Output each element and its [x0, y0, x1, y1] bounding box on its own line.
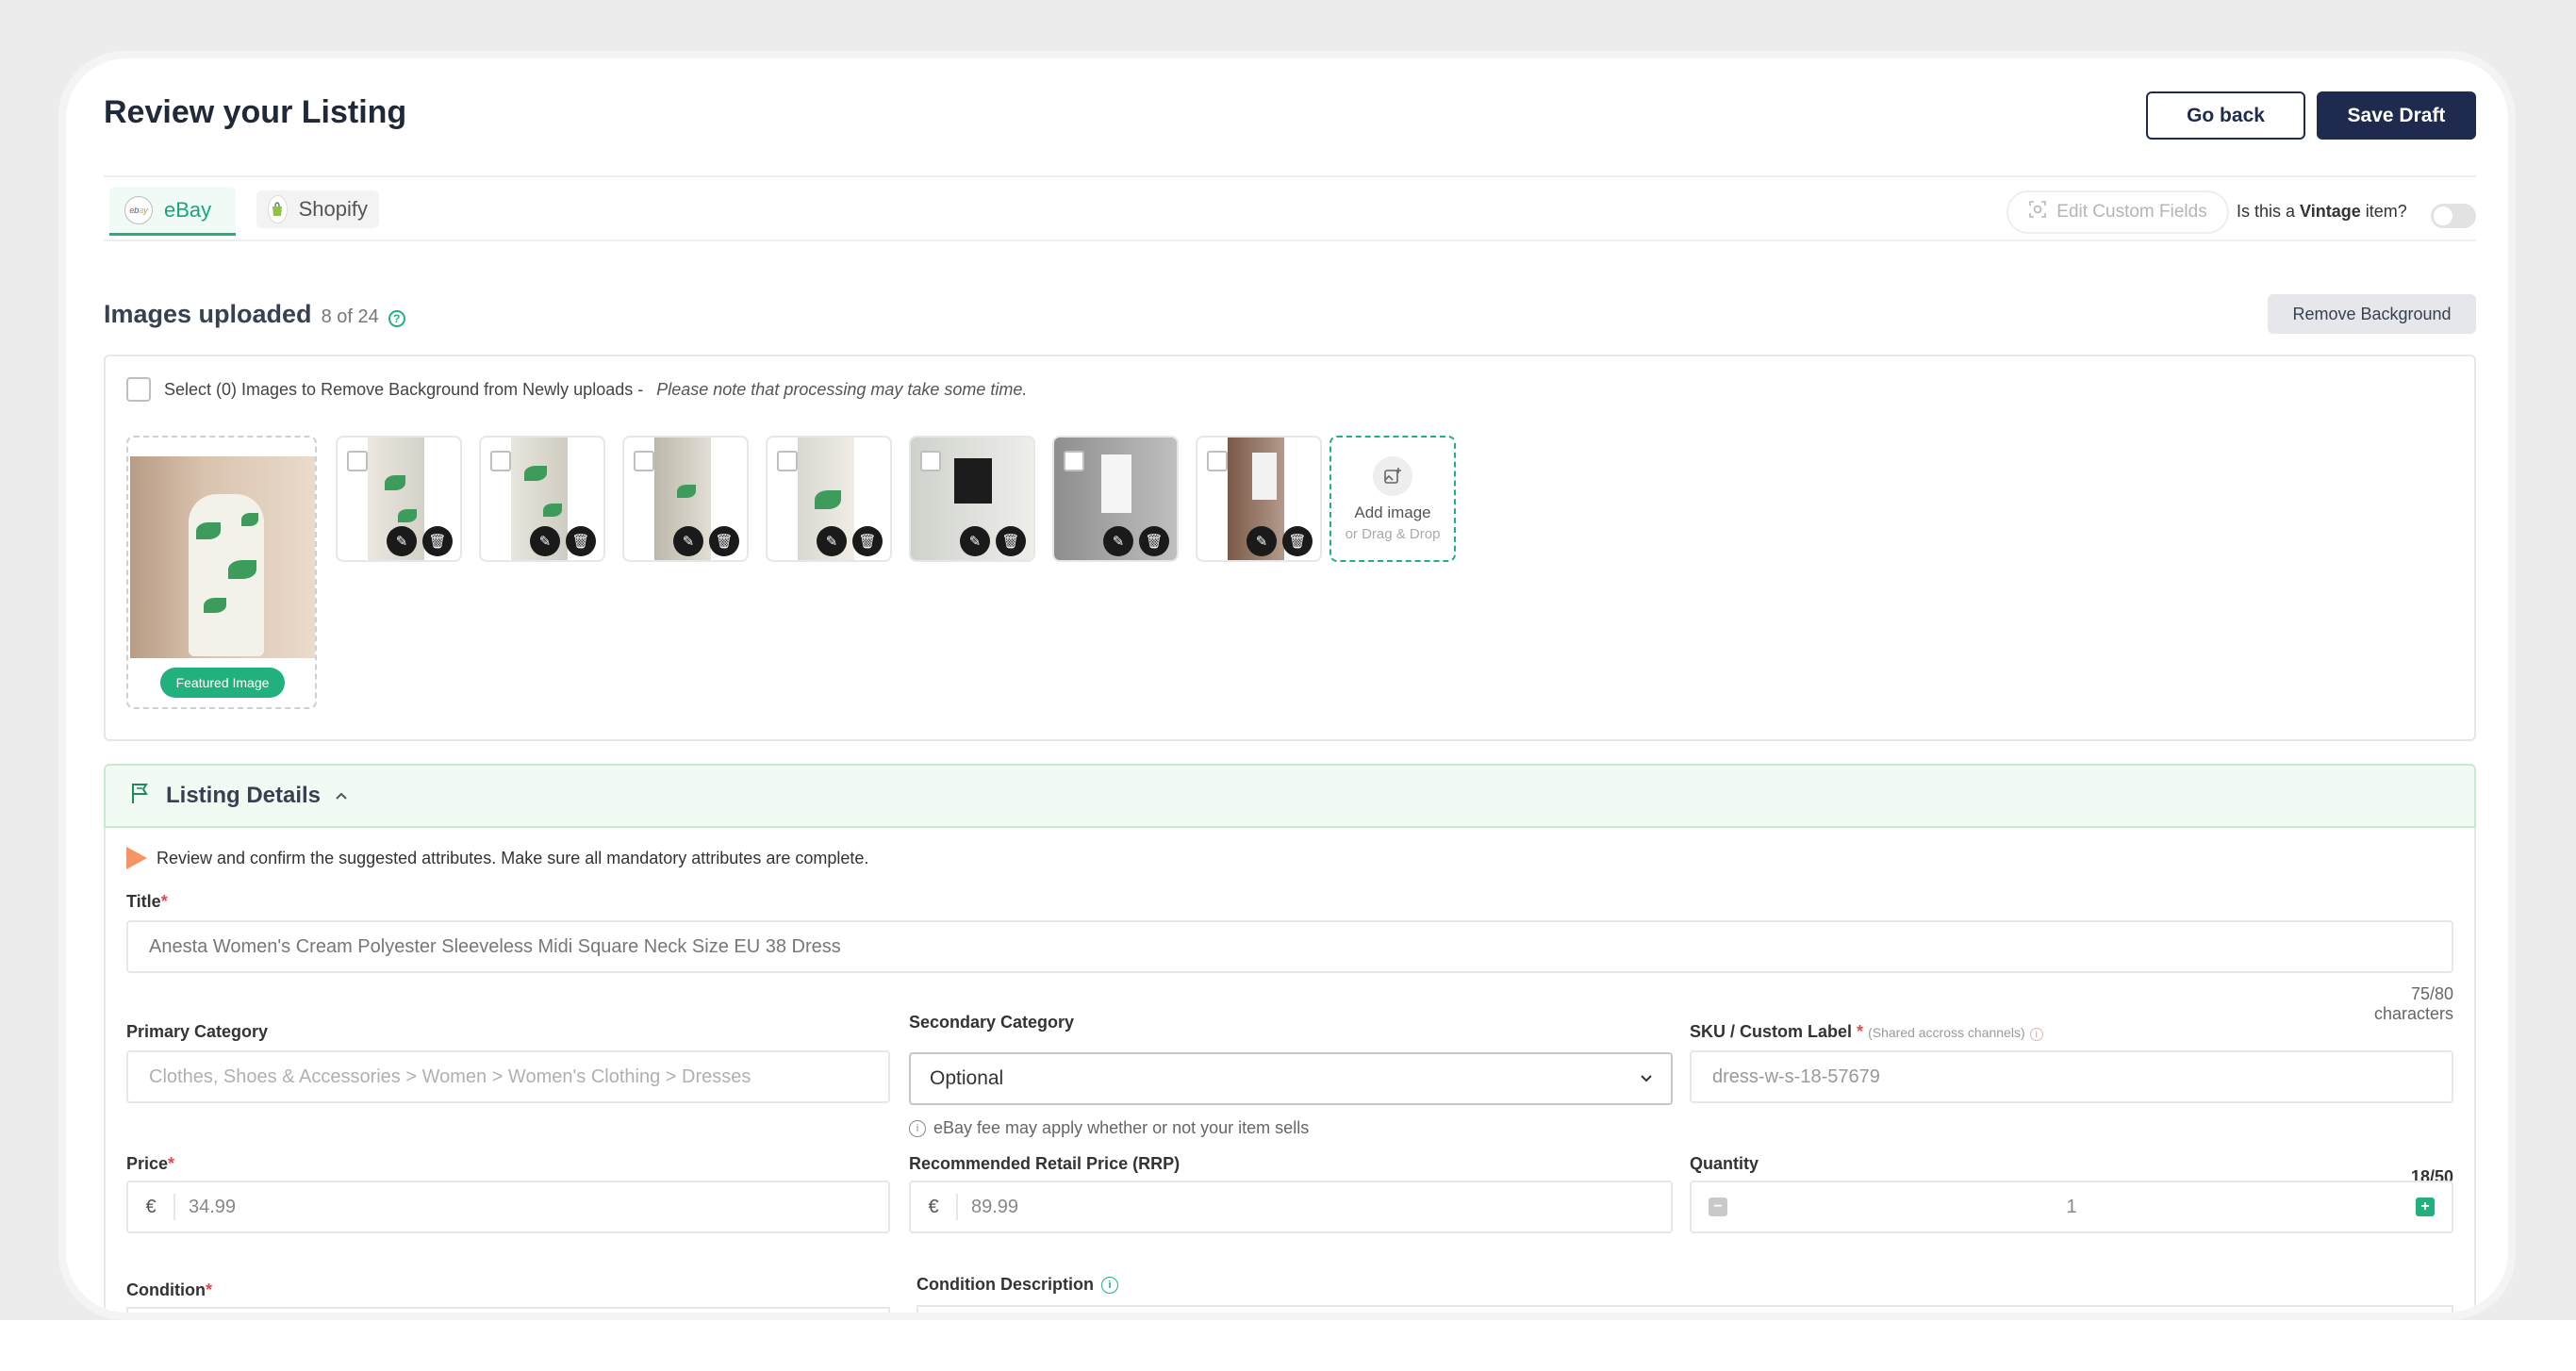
edit-custom-fields-label: Edit Custom Fields [2056, 202, 2207, 222]
quantity-stepper[interactable]: − 1 + [1690, 1181, 2453, 1233]
chevron-down-icon [1639, 1067, 1654, 1090]
info-icon: i [1101, 1276, 1118, 1294]
trash-icon[interactable]: 🗑 [852, 526, 883, 556]
info-icon: i [909, 1119, 926, 1137]
flag-icon [128, 781, 153, 812]
chevron-up-icon[interactable] [334, 786, 349, 806]
arrow-icon [126, 847, 147, 869]
plus-icon[interactable]: + [2416, 1198, 2435, 1216]
edit-pencil-icon[interactable]: ✎ [530, 526, 560, 556]
rrp-input[interactable]: € 89.99 [909, 1181, 1673, 1233]
image-thumbnail[interactable]: ✎ 🗑 [909, 436, 1035, 562]
quantity-label: Quantity [1690, 1154, 1759, 1173]
hint-row: Review and confirm the suggested attribu… [126, 847, 868, 869]
sku-input[interactable]: dress-w-s-18-57679 [1690, 1050, 2453, 1103]
page-title: Review your Listing [104, 94, 407, 130]
backdrop [0, 1320, 2576, 1371]
tab-shopify[interactable]: Shopify [256, 190, 379, 228]
image-checkbox[interactable] [634, 451, 654, 471]
tab-shopify-label: Shopify [298, 197, 368, 221]
select-images-row: Select (0) Images to Remove Background f… [126, 377, 1027, 402]
trash-icon[interactable]: 🗑 [996, 526, 1026, 556]
image-checkbox[interactable] [777, 451, 798, 471]
trash-icon[interactable]: 🗑 [1282, 526, 1313, 556]
ebay-logo-icon: ebay [124, 195, 153, 224]
edit-pencil-icon[interactable]: ✎ [1247, 526, 1277, 556]
primary-category-label: Primary Category [126, 1022, 269, 1041]
image-checkbox[interactable] [347, 451, 368, 471]
image-thumbnail[interactable]: ✎ 🗑 [622, 436, 749, 562]
price-label: Price* [126, 1154, 175, 1173]
sku-label: SKU / Custom Label * (Shared accross cha… [1690, 1022, 2453, 1042]
image-thumbnail[interactable]: ✎ 🗑 [479, 436, 605, 562]
featured-image[interactable]: Featured Image [126, 436, 317, 709]
vintage-question: Is this a Vintage item? [2237, 202, 2407, 221]
primary-category-field: Clothes, Shoes & Accessories > Women > W… [126, 1050, 890, 1103]
title-char-count: 75/80 characters [2373, 984, 2453, 1023]
rrp-label: Recommended Retail Price (RRP) [909, 1154, 1181, 1173]
condition-description-input[interactable] [916, 1305, 2453, 1313]
price-input[interactable]: € 34.99 [126, 1181, 890, 1233]
divider [104, 175, 2476, 177]
condition-description-label: Condition Description i [916, 1275, 1118, 1295]
save-draft-button[interactable]: Save Draft [2317, 91, 2476, 140]
fee-note: i eBay fee may apply whether or not your… [909, 1118, 1673, 1138]
image-checkbox[interactable] [490, 451, 511, 471]
condition-select[interactable] [126, 1307, 890, 1313]
drag-drop-label: or Drag & Drop [1345, 525, 1441, 542]
select-images-text: Select (0) Images to Remove Background f… [164, 379, 644, 399]
hint-text: Review and confirm the suggested attribu… [157, 848, 869, 867]
vintage-toggle[interactable] [2431, 204, 2476, 228]
minus-icon[interactable]: − [1709, 1198, 1727, 1216]
featured-image-badge: Featured Image [160, 668, 285, 698]
secondary-category-select[interactable]: Optional [909, 1052, 1673, 1105]
title-input[interactable]: Anesta Women's Cream Polyester Sleeveles… [126, 920, 2453, 973]
tab-ebay[interactable]: ebay eBay [109, 187, 236, 236]
tab-ebay-label: eBay [164, 197, 212, 222]
trash-icon[interactable]: 🗑 [422, 526, 453, 556]
trash-icon[interactable]: 🗑 [1139, 526, 1169, 556]
shopify-logo-icon [268, 195, 288, 223]
currency-symbol: € [128, 1194, 175, 1220]
image-checkbox[interactable] [1207, 451, 1228, 471]
image-checkbox[interactable] [920, 451, 941, 471]
image-thumbnail[interactable]: ✎ 🗑 [336, 436, 462, 562]
divider [104, 240, 2476, 241]
trash-icon[interactable]: 🗑 [709, 526, 739, 556]
image-thumbnail[interactable]: ✎ 🗑 [766, 436, 892, 562]
info-icon: i [2029, 1028, 2043, 1041]
title-label: Title* [126, 892, 168, 911]
help-icon[interactable]: ? [388, 310, 405, 327]
select-all-checkbox[interactable] [126, 377, 151, 402]
processing-note: Please note that processing may take som… [656, 379, 1028, 399]
featured-photo [130, 456, 315, 658]
edit-pencil-icon[interactable]: ✎ [960, 526, 990, 556]
listing-details-title: Listing Details [166, 783, 322, 808]
add-image-dropzone[interactable]: Add image or Drag & Drop [1329, 436, 1456, 562]
edit-pencil-icon[interactable]: ✎ [673, 526, 703, 556]
image-thumbnail[interactable]: ✎ 🗑 [1196, 436, 1322, 562]
currency-symbol: € [911, 1194, 958, 1220]
edit-custom-fields-button[interactable]: Edit Custom Fields [2006, 190, 2229, 234]
add-image-icon [1373, 455, 1412, 496]
listing-details-header[interactable]: Listing Details [104, 764, 2476, 828]
remove-background-button[interactable]: Remove Background [2268, 294, 2476, 334]
condition-label: Condition* [126, 1280, 212, 1299]
add-image-label: Add image [1354, 503, 1431, 521]
edit-pencil-icon[interactable]: ✎ [817, 526, 847, 556]
settings-scan-icon [2028, 200, 2047, 224]
image-checkbox[interactable] [1064, 451, 1084, 471]
trash-icon[interactable]: 🗑 [566, 526, 596, 556]
secondary-category-label: Secondary Category [909, 1013, 1075, 1032]
image-thumbnail[interactable]: ✎ 🗑 [1052, 436, 1179, 562]
edit-pencil-icon[interactable]: ✎ [1103, 526, 1133, 556]
listing-page: Review your Listing Go back Save Draft e… [66, 58, 2508, 1313]
quantity-value: 1 [2066, 1196, 2077, 1217]
images-heading: Images uploaded 8 of 24 ? [104, 300, 405, 329]
images-count: 8 of 24 [321, 306, 379, 327]
edit-pencil-icon[interactable]: ✎ [387, 526, 417, 556]
go-back-button[interactable]: Go back [2146, 91, 2305, 140]
